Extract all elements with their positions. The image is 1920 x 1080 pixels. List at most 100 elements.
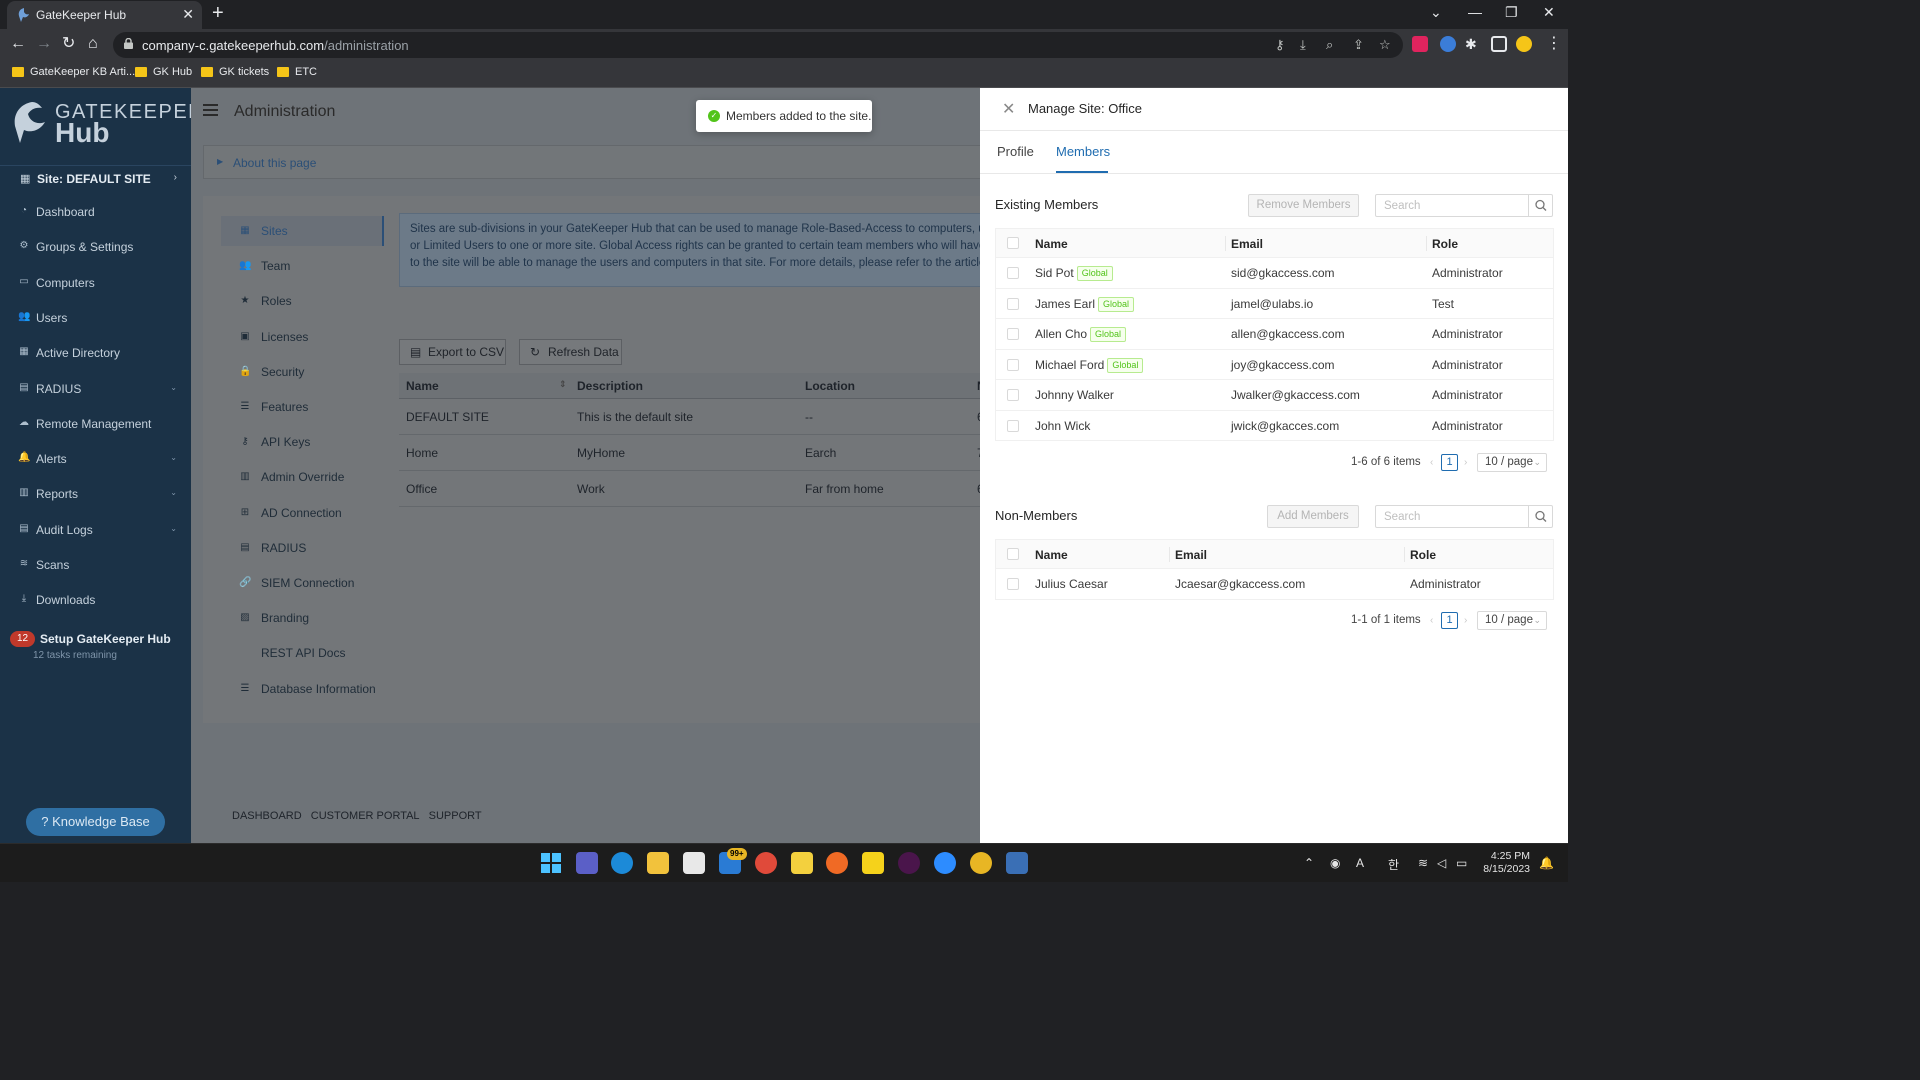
sidebar-item-groups-settings[interactable]: ⚙ Groups & Settings	[0, 232, 191, 262]
teams-chat-icon[interactable]	[576, 852, 598, 874]
windows-start-icon[interactable]	[540, 852, 562, 874]
next-page-icon[interactable]: ›	[1464, 615, 1467, 626]
admin-subnav-siem-connection[interactable]: 🔗 SIEM Connection	[221, 568, 384, 598]
minimize-icon[interactable]: —	[1468, 4, 1482, 20]
forward-icon[interactable]: →	[36, 35, 52, 53]
bookmark-item[interactable]: GateKeeper KB Arti...	[12, 66, 135, 78]
prev-page-icon[interactable]: ‹	[1430, 615, 1433, 626]
sidebar-item-radius[interactable]: ▤ RADIUS ⌄	[0, 374, 191, 404]
ime-icon[interactable]: 한	[1388, 856, 1399, 873]
chrome-menu-icon[interactable]: ⋮	[1546, 35, 1562, 53]
row-checkbox[interactable]	[1007, 267, 1019, 279]
home-icon[interactable]: ⌂	[88, 35, 98, 53]
table-row[interactable]: James Earl Global jamel@ulabs.io Test	[996, 289, 1553, 319]
admin-subnav-team[interactable]: 👥 Team	[221, 251, 384, 281]
table-row[interactable]: Allen Cho Global allen@gkaccess.com Adminis…	[996, 319, 1553, 350]
reload-icon[interactable]: ↻	[62, 35, 75, 53]
knowledge-base-button[interactable]: ? Knowledge Base	[26, 808, 165, 836]
page-size-select[interactable]: 10 / page ⌄	[1477, 611, 1547, 630]
row-checkbox[interactable]	[1007, 358, 1019, 371]
profile-avatar-icon[interactable]	[1516, 36, 1532, 52]
footer-link-dashboard[interactable]: DASHBOARD	[232, 810, 302, 822]
sort-icon[interactable]: ⇕	[559, 379, 567, 390]
gatekeeper-logo[interactable]: GATEKEEPER Hub	[12, 100, 203, 150]
zoom-icon[interactable]: ⌕	[1326, 37, 1333, 53]
row-checkbox[interactable]	[1007, 419, 1019, 432]
page-number[interactable]: 1	[1441, 612, 1458, 629]
install-app-icon[interactable]: ⤓	[1300, 37, 1306, 53]
edge-browser-icon[interactable]	[611, 852, 633, 874]
table-row[interactable]: OfficeWorkFar from home6	[399, 471, 989, 507]
admin-subnav-ad-connection[interactable]: ⊞ AD Connection	[221, 498, 384, 528]
export-csv-button[interactable]: ▤ Export to CSV	[399, 339, 506, 365]
column-header-name[interactable]: Name	[406, 379, 439, 393]
search-button[interactable]	[1528, 506, 1552, 527]
system-clock[interactable]: 4:25 PM 8/15/2023	[1482, 850, 1530, 876]
input-language-icon[interactable]: A	[1356, 856, 1364, 870]
sidebar-item-computers[interactable]: ▭ Computers	[0, 268, 191, 298]
sidebar-item-scans[interactable]: ≋ Scans	[0, 550, 191, 580]
sidebar-item-audit-logs[interactable]: ▤ Audit Logs ⌄	[0, 515, 191, 545]
restore-icon[interactable]: ❐	[1505, 4, 1518, 21]
table-row[interactable]: HomeMyHomeEarch7	[399, 435, 989, 471]
select-all-checkbox[interactable]	[1007, 548, 1019, 560]
table-row[interactable]: DEFAULT SITEThis is the default site--6	[399, 399, 989, 435]
search-input[interactable]: Search	[1384, 200, 1420, 212]
browser-tab[interactable]: GateKeeper Hub ✕	[7, 1, 202, 29]
wifi-icon[interactable]: ≋	[1418, 856, 1428, 870]
table-row[interactable]: Sid Pot Global sid@gkaccess.com Administrat…	[996, 258, 1553, 289]
row-checkbox[interactable]	[1007, 578, 1019, 590]
bookmark-item[interactable]: ETC	[277, 66, 317, 78]
footer-link-customer-portal[interactable]: CUSTOMER PORTAL	[311, 810, 420, 822]
tray-overflow-icon[interactable]: ⌃	[1304, 856, 1314, 870]
admin-subnav-branding[interactable]: ▨ Branding	[221, 603, 384, 633]
tray-app-icon[interactable]: ◉	[1330, 856, 1340, 870]
sidebar-item-users[interactable]: 👥 Users	[0, 303, 191, 333]
chrome-icon[interactable]	[755, 852, 777, 874]
firefox-icon[interactable]	[826, 852, 848, 874]
existing-members-search[interactable]: Search	[1375, 194, 1553, 217]
back-icon[interactable]: ←	[10, 35, 26, 53]
row-checkbox[interactable]	[1007, 389, 1019, 401]
volume-icon[interactable]: ◁	[1437, 856, 1446, 870]
file-explorer-icon[interactable]	[647, 852, 669, 874]
page-size-select[interactable]: 10 / page ⌄	[1477, 453, 1547, 472]
sidebar-item-downloads[interactable]: ⤓ Downloads	[0, 585, 191, 615]
refresh-data-button[interactable]: ↻ Refresh Data	[519, 339, 622, 365]
table-row[interactable]: John Wick jwick@gkacces.com Administrator	[996, 411, 1553, 441]
new-tab-icon[interactable]: +	[212, 2, 224, 25]
menu-toggle-icon[interactable]	[203, 104, 218, 116]
page-number[interactable]: 1	[1441, 454, 1458, 471]
next-page-icon[interactable]: ›	[1464, 457, 1467, 468]
bookmark-star-icon[interactable]: ☆	[1379, 37, 1391, 53]
prev-page-icon[interactable]: ‹	[1430, 457, 1433, 468]
sidebar-item-dashboard[interactable]: ◔ Dashboard	[0, 197, 191, 227]
table-row[interactable]: Johnny Walker Jwalker@gkaccess.com Adminis…	[996, 380, 1553, 411]
row-checkbox[interactable]	[1007, 328, 1019, 340]
extensions-puzzle-icon[interactable]: ✱	[1465, 35, 1477, 53]
tab-profile[interactable]: Profile	[997, 144, 1034, 159]
sidebar-item-alerts[interactable]: 🔔 Alerts ⌄	[0, 444, 191, 474]
admin-subnav-database-information[interactable]: ☰ Database Information	[221, 674, 384, 704]
kakaotalk-icon[interactable]	[862, 852, 884, 874]
tab-members[interactable]: Members	[1056, 144, 1110, 159]
search-input[interactable]: Search	[1384, 511, 1420, 523]
admin-subnav-admin-override[interactable]: ▥ Admin Override	[221, 462, 384, 492]
close-window-icon[interactable]: ✕	[1543, 4, 1555, 21]
share-icon[interactable]: ⇪	[1353, 37, 1364, 53]
admin-subnav-security[interactable]: 🔒 Security	[221, 357, 384, 387]
bookmark-item[interactable]: GK Hub	[135, 66, 192, 78]
notification-bell-icon[interactable]: 🔔	[1539, 856, 1554, 870]
omnibox[interactable]: company-c.gatekeeperhub.com/administrati…	[113, 32, 1403, 58]
side-panel-icon[interactable]	[1491, 36, 1507, 52]
sidebar-item-remote-management[interactable]: ☁ Remote Management	[0, 409, 191, 439]
row-checkbox[interactable]	[1007, 297, 1019, 310]
password-key-icon[interactable]: ⚷	[1275, 37, 1285, 53]
footer-link-support[interactable]: SUPPORT	[429, 810, 482, 822]
admin-subnav-roles[interactable]: ★ Roles	[221, 286, 384, 316]
non-members-search[interactable]: Search	[1375, 505, 1553, 528]
chrome-canary-icon[interactable]	[970, 852, 992, 874]
add-members-button[interactable]: Add Members	[1267, 505, 1359, 528]
zoom-app-icon[interactable]	[934, 852, 956, 874]
admin-subnav-features[interactable]: ☰ Features	[221, 392, 384, 422]
